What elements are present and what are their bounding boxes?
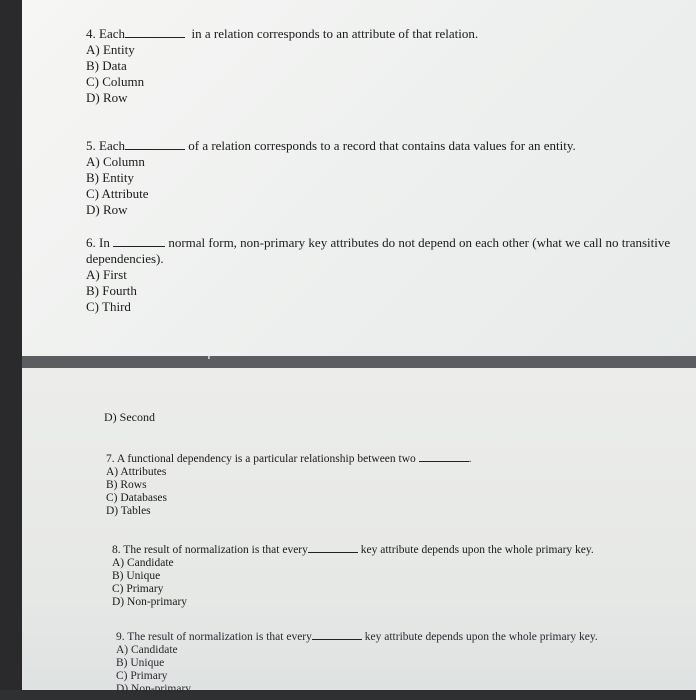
question-6: 6. In normal form, non-primary key attri… [86,235,670,315]
question-text: In [99,235,110,250]
option[interactable]: B) Rows [106,479,472,492]
option[interactable]: A) First [86,267,670,283]
page-gap [22,356,696,368]
question-text: The result of normalization is that ever… [123,544,308,556]
answer-blank [311,629,362,640]
question-text: in a relation corresponds to an attribut… [191,26,479,41]
option[interactable]: D) Row [86,90,478,106]
option[interactable]: A) Candidate [112,557,594,570]
question-number: 8. [112,544,121,556]
option[interactable]: A) Candidate [116,644,598,657]
question-number: 9. [116,631,125,643]
option[interactable]: C) Primary [112,583,594,596]
option[interactable]: D) Non-primary [116,683,598,696]
question-text: normal form, non-primary key attributes … [168,235,671,250]
answer-blank [418,451,469,462]
question-5: 5. Each of a relation corresponds to a r… [86,138,576,218]
option[interactable]: B) Unique [116,657,598,670]
option[interactable]: B) Fourth [86,283,670,299]
question-text: Each [99,26,125,41]
question-text: . [468,453,472,465]
question-4: 4. Each in a relation corresponds to an … [86,26,478,106]
question-8: 8. The result of normalization is that e… [112,542,594,609]
question-text: Each [99,138,125,153]
answer-blank [307,542,358,553]
option[interactable]: D) Row [86,202,576,218]
question-text: A functional dependency is a particular … [116,453,416,465]
question-text: key attribute depends upon the whole pri… [364,631,598,643]
answer-blank [124,27,185,38]
option[interactable]: C) Third [86,299,670,315]
option[interactable]: B) Data [86,58,478,74]
answer-blank [113,236,166,247]
question-number: 4. [86,26,96,41]
question-number: 7. [106,453,115,465]
option[interactable]: B) Unique [112,570,594,583]
option[interactable]: A) Column [86,154,576,170]
question-text: dependencies). [86,251,164,266]
text-cursor-icon: I [207,348,211,363]
answer-blank [124,139,185,150]
option[interactable]: D) Second [104,411,155,424]
option[interactable]: C) Primary [116,670,598,683]
question-9: 9. The result of normalization is that e… [116,629,598,696]
question-number: 5. [86,138,96,153]
question-number: 6. [86,235,96,250]
question-text: The result of normalization is that ever… [127,631,312,643]
question-7: 7. A functional dependency is a particul… [106,451,472,518]
option[interactable]: C) Databases [106,492,472,505]
question-text: key attribute depends upon the whole pri… [360,544,594,556]
option[interactable]: A) Attributes [106,466,472,479]
question-6-continued: D) Second [104,411,155,424]
question-text: of a relation corresponds to a record th… [188,138,576,153]
option[interactable]: A) Entity [86,42,478,58]
option[interactable]: B) Entity [86,170,576,186]
option[interactable]: D) Tables [106,505,472,518]
option[interactable]: C) Column [86,74,478,90]
option[interactable]: C) Attribute [86,186,576,202]
option[interactable]: D) Non-primary [112,596,594,609]
